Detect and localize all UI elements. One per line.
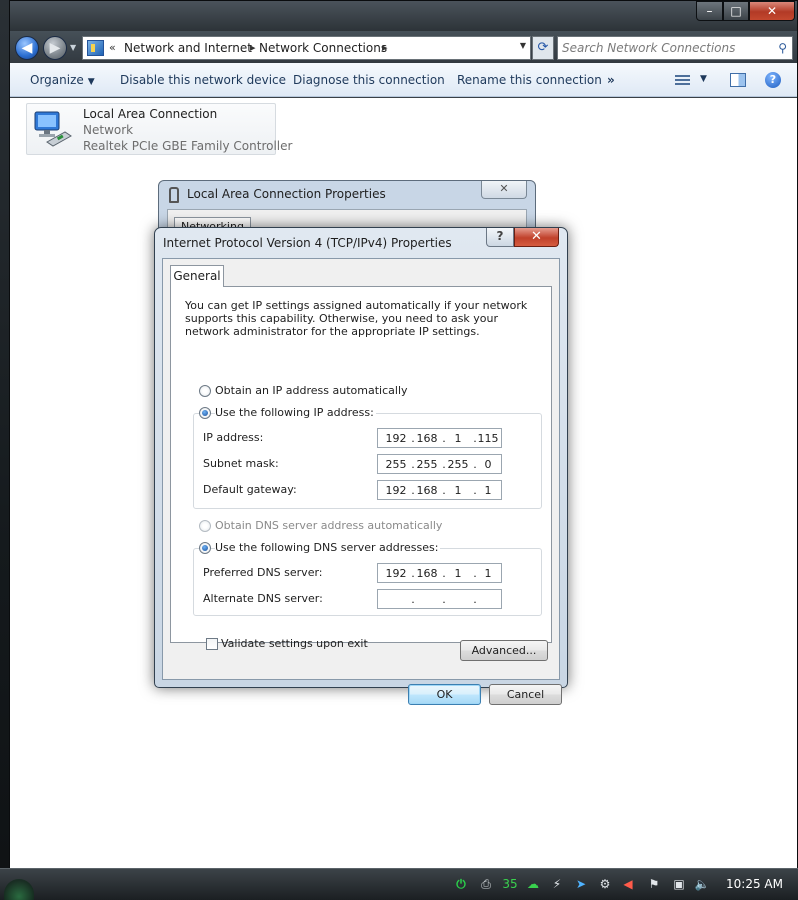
general-tab-panel: You can get IP settings assigned automat…: [170, 286, 552, 643]
navigation-bar: ◀ ▶ ▼ « Network and Internet ▸ Network C…: [10, 31, 797, 63]
breadcrumb-overflow-icon[interactable]: «: [109, 41, 116, 54]
address-bar[interactable]: « Network and Internet ▸ Network Connect…: [82, 36, 531, 60]
breadcrumb-network-and-internet[interactable]: Network and Internet: [124, 41, 252, 55]
dialog-help-button[interactable]: ?: [486, 228, 514, 247]
ipv4-dialog-title: Internet Protocol Version 4 (TCP/IPv4) P…: [163, 236, 452, 250]
breadcrumb-network-connections[interactable]: Network Connections: [259, 41, 387, 55]
start-button[interactable]: [4, 879, 34, 900]
dns-manual-radio[interactable]: [199, 542, 211, 554]
organize-label: Organize: [30, 73, 84, 87]
cloud-sync-icon[interactable]: ☁: [524, 875, 542, 893]
tab-general[interactable]: General: [170, 265, 224, 287]
bluetooth-transfer-icon[interactable]: ➤: [572, 875, 590, 893]
alternate-dns-field[interactable]: . . .: [377, 589, 502, 609]
control-panel-icon: [87, 40, 104, 56]
intro-text: You can get IP settings assigned automat…: [185, 299, 528, 338]
breadcrumb-separator-icon[interactable]: ▸: [382, 41, 388, 54]
network-plug-icon: [169, 187, 179, 203]
volume-icon[interactable]: 🔈: [693, 875, 711, 893]
adapter-device: Realtek PCIe GBE Family Controller: [83, 139, 293, 153]
minimize-button[interactable]: –: [696, 1, 723, 21]
steam-icon[interactable]: ⚙: [596, 875, 614, 893]
adapter-item-local-area-connection[interactable]: Local Area Connection Network Realtek PC…: [26, 103, 292, 155]
dialog-close-button[interactable]: ✕: [514, 228, 559, 247]
organize-menu[interactable]: Organize ▼: [30, 73, 95, 87]
action-center-flag-icon[interactable]: ⚑: [646, 875, 662, 893]
adapter-name: Local Area Connection: [83, 107, 218, 121]
network-tools-icon[interactable]: ⚡: [548, 875, 566, 893]
subnet-mask-label: Subnet mask:: [203, 457, 279, 470]
command-bar: Organize ▼ Disable this network device Di…: [10, 63, 797, 97]
printer-icon[interactable]: ⎙: [477, 875, 495, 893]
lan-dialog-title: Local Area Connection Properties: [187, 187, 386, 201]
ip-auto-radio[interactable]: [199, 385, 211, 397]
search-box[interactable]: ⚲: [557, 36, 793, 60]
chevron-down-icon: ▼: [87, 77, 95, 87]
help-icon[interactable]: ?: [765, 72, 781, 88]
ipv4-properties-dialog: Internet Protocol Version 4 (TCP/IPv4) P…: [154, 227, 568, 705]
dns-manual-label[interactable]: Use the following DNS server addresses:: [215, 541, 441, 554]
green-shield-icon[interactable]: ⏻: [453, 875, 469, 893]
dns-auto-radio[interactable]: [199, 520, 211, 532]
adapter-status: Network: [83, 123, 134, 137]
ip-auto-label[interactable]: Obtain an IP address automatically: [215, 384, 408, 397]
disable-device-button[interactable]: Disable this network device: [120, 73, 286, 87]
ip-address-label: IP address:: [203, 431, 264, 444]
cancel-button[interactable]: Cancel: [489, 684, 562, 705]
ok-button[interactable]: OK: [408, 684, 481, 705]
ip-manual-label[interactable]: Use the following IP address:: [215, 406, 376, 419]
preferred-dns-field[interactable]: 192. 168. 1. 1: [377, 563, 502, 583]
network-status-icon[interactable]: ▣: [670, 875, 688, 893]
validate-settings-label[interactable]: Validate settings upon exit: [221, 637, 368, 650]
subnet-mask-field[interactable]: 255. 255. 255. 0: [377, 454, 502, 474]
taskbar: ⏻ ⎙ 35 ☁ ⚡ ➤ ⚙ ◀ ⚑ ▣ 🔈 10:25 AM: [0, 868, 798, 900]
alert-icon[interactable]: ◀: [620, 875, 636, 893]
default-gateway-field[interactable]: 192. 168. 1. 1: [377, 480, 502, 500]
tray-counter[interactable]: 35: [502, 875, 518, 893]
alternate-dns-label: Alternate DNS server:: [203, 592, 323, 605]
lan-dialog-close-button[interactable]: ✕: [481, 181, 527, 199]
view-options-dropdown-icon[interactable]: ▼: [700, 74, 707, 84]
dialog-client-area: General You can get IP settings assigned…: [162, 258, 562, 705]
network-adapter-icon: [34, 111, 72, 147]
change-view-icon[interactable]: [675, 73, 690, 87]
ip-manual-radio[interactable]: [199, 407, 211, 419]
maximize-button[interactable]: □: [723, 1, 749, 21]
ip-address-field[interactable]: 192. 168. 1. 115: [377, 428, 502, 448]
preview-pane-icon[interactable]: [730, 73, 746, 87]
dns-auto-label[interactable]: Obtain DNS server address automatically: [215, 519, 442, 532]
default-gateway-label: Default gateway:: [203, 483, 297, 496]
breadcrumb-separator-icon[interactable]: ▸: [250, 41, 256, 54]
close-button[interactable]: ✕: [749, 1, 795, 21]
clock[interactable]: 10:25 AM: [726, 877, 783, 891]
back-button[interactable]: ◀: [15, 36, 39, 60]
validate-settings-checkbox[interactable]: [206, 638, 218, 650]
search-icon[interactable]: ⚲: [778, 41, 787, 55]
refresh-button[interactable]: ⟳: [532, 36, 554, 60]
window-titlebar[interactable]: – □ ✕: [10, 1, 797, 31]
recent-pages-dropdown-icon[interactable]: ▼: [70, 43, 76, 52]
forward-button[interactable]: ▶: [43, 36, 67, 60]
advanced-button[interactable]: Advanced...: [460, 640, 548, 661]
more-commands-button[interactable]: »: [607, 73, 615, 87]
search-input[interactable]: [562, 40, 772, 56]
preferred-dns-label: Preferred DNS server:: [203, 566, 323, 579]
address-history-dropdown-icon[interactable]: ▼: [520, 41, 526, 50]
rename-connection-button[interactable]: Rename this connection: [457, 73, 602, 87]
diagnose-connection-button[interactable]: Diagnose this connection: [293, 73, 445, 87]
